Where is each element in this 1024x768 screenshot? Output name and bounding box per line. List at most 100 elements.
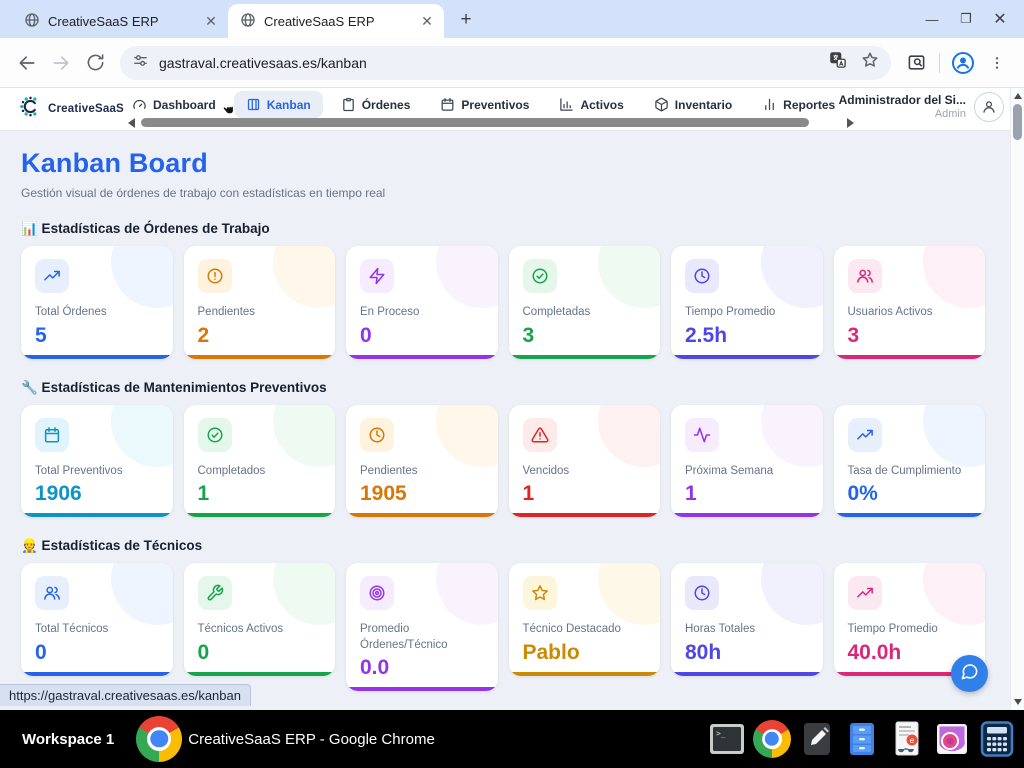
close-button[interactable]: ✕ xyxy=(988,9,1012,29)
stat-value: 0 xyxy=(35,641,160,665)
file-manager-icon[interactable] xyxy=(843,720,881,758)
new-tab-button[interactable]: + xyxy=(452,6,480,34)
stat-label: Vencidos xyxy=(523,464,648,480)
clock-icon xyxy=(360,418,394,452)
url-text[interactable]: gastraval.creativesaas.es/kanban xyxy=(159,55,819,71)
users-icon xyxy=(848,259,882,293)
check-circle-icon xyxy=(198,418,232,452)
calculator-icon[interactable] xyxy=(978,720,1016,758)
stat-card: Horas Totales80h xyxy=(671,563,823,676)
stat-label: Horas Totales xyxy=(685,622,810,638)
restore-button[interactable]: ❐ xyxy=(954,11,978,27)
stat-value: Pablo xyxy=(523,641,648,665)
browser-tab-strip: CreativeSaaS ERP ✕ CreativeSaaS ERP ✕ + … xyxy=(0,0,1024,38)
reload-button[interactable] xyxy=(78,46,112,80)
page-vertical-scrollbar[interactable] xyxy=(1010,88,1024,710)
active-window-title[interactable]: CreativeSaaS ERP - Google Chrome xyxy=(188,731,435,748)
kanban-page-content: Kanban Board Gestión visual de órdenes d… xyxy=(0,130,1010,710)
stat-label: Pendientes xyxy=(360,464,485,480)
toolbar-divider xyxy=(939,53,940,73)
stat-label: Pendientes xyxy=(198,305,323,321)
nav-item-activos[interactable]: Activos xyxy=(547,91,635,118)
stat-label: Completadas xyxy=(523,305,648,321)
stat-card: Total Preventivos1906 xyxy=(21,405,173,518)
user-role: Admin xyxy=(839,108,966,122)
scrollbar-thumb[interactable] xyxy=(1013,104,1022,140)
stat-value: 1 xyxy=(198,482,323,506)
nav-item-dashboard[interactable]: Dashboard xyxy=(128,91,228,118)
scroll-down-icon[interactable] xyxy=(1014,699,1022,705)
translate-icon[interactable] xyxy=(829,51,847,74)
card-decor xyxy=(111,405,173,467)
card-accent-bar xyxy=(509,355,661,359)
chrome-icon[interactable] xyxy=(753,720,791,758)
calendar-icon xyxy=(35,418,69,452)
stat-value: 1905 xyxy=(360,482,485,506)
nav-item-ordenes[interactable]: Órdenes xyxy=(329,91,423,118)
stat-label: Total Preventivos xyxy=(35,464,160,480)
search-tabs-icon[interactable] xyxy=(899,46,933,80)
check-circle-icon xyxy=(523,259,557,293)
card-accent-bar xyxy=(671,355,823,359)
app-navbar: CreativeSaaS DashboardKanbanÓrdenesPreve… xyxy=(0,88,1010,131)
stat-card: Total Técnicos0 xyxy=(21,563,173,676)
card-decor xyxy=(923,405,985,467)
scroll-up-icon[interactable] xyxy=(1014,93,1022,99)
stats-section: 👷 Estadísticas de TécnicosTotal Técnicos… xyxy=(21,538,985,691)
nav-item-kanban[interactable]: Kanban xyxy=(234,91,323,118)
card-accent-bar xyxy=(671,513,823,517)
browser-tab-active[interactable]: CreativeSaaS ERP ✕ xyxy=(228,4,444,38)
bookmark-star-icon[interactable] xyxy=(861,51,879,74)
card-accent-bar xyxy=(184,672,336,676)
scrollbar-thumb[interactable] xyxy=(141,118,809,127)
stat-label: Técnico Destacado xyxy=(523,622,648,638)
tab-close-icon[interactable]: ✕ xyxy=(418,12,436,30)
user-menu[interactable]: Administrador del Si... Admin xyxy=(839,92,1004,122)
desktop-screen: CreativeSaaS ERP ✕ CreativeSaaS ERP ✕ + … xyxy=(0,0,1024,768)
tune-icon[interactable] xyxy=(132,52,149,74)
nav-item-preventivos[interactable]: Preventivos xyxy=(428,91,541,118)
document-viewer-icon[interactable]: e xyxy=(888,720,926,758)
stat-label: Usuarios Activos xyxy=(848,305,973,321)
profile-avatar[interactable] xyxy=(946,46,980,80)
workspace-label: Workspace 1 xyxy=(22,731,114,748)
back-button[interactable] xyxy=(10,46,44,80)
stat-card: En Proceso0 xyxy=(346,246,498,359)
terminal-icon[interactable]: >_ xyxy=(708,720,746,758)
globe-icon xyxy=(24,12,40,31)
forward-button[interactable] xyxy=(44,46,78,80)
stat-card: Total Órdenes5 xyxy=(21,246,173,359)
calendar-icon xyxy=(440,97,455,112)
stat-value: 40.0h xyxy=(848,641,973,665)
chrome-window-icon[interactable] xyxy=(136,716,182,762)
brand-logo[interactable]: CreativeSaaS xyxy=(10,92,132,125)
window-controls: — ❐ ✕ xyxy=(920,0,1024,38)
stat-value: 2.5h xyxy=(685,324,810,348)
chat-fab-button[interactable] xyxy=(951,655,988,692)
address-bar[interactable]: gastraval.creativesaas.es/kanban xyxy=(120,46,891,80)
tab-close-icon[interactable]: ✕ xyxy=(202,12,220,30)
dashboard-icon xyxy=(132,97,147,112)
minimize-button[interactable]: — xyxy=(920,12,944,27)
page-subtitle: Gestión visual de órdenes de trabajo con… xyxy=(21,186,985,200)
user-avatar-icon[interactable] xyxy=(974,92,1004,122)
stats-sections: 📊 Estadísticas de Órdenes de Trabajo Tota… xyxy=(21,221,985,691)
message-circle-icon xyxy=(960,662,979,686)
text-editor-icon[interactable] xyxy=(798,720,836,758)
activity-icon xyxy=(685,418,719,452)
nav-item-inventario[interactable]: Inventario xyxy=(642,91,744,118)
image-viewer-icon[interactable] xyxy=(933,720,971,758)
creativesaas-logo-icon xyxy=(18,94,43,124)
browser-tab-inactive[interactable]: CreativeSaaS ERP ✕ xyxy=(12,4,228,38)
scroll-left-icon[interactable] xyxy=(128,118,135,128)
menu-kebab-icon[interactable] xyxy=(980,46,1014,80)
wrench-icon xyxy=(198,576,232,610)
tab-title: CreativeSaaS ERP xyxy=(264,14,410,29)
stat-value: 0 xyxy=(198,641,323,665)
section-heading: 📊 Estadísticas de Órdenes de Trabajo xyxy=(21,221,985,237)
stat-label: Tiempo Promedio xyxy=(848,622,973,638)
svg-text:>_: >_ xyxy=(716,729,726,738)
web-page: CreativeSaaS DashboardKanbanÓrdenesPreve… xyxy=(0,88,1024,710)
nav-item-reportes[interactable]: Reportes xyxy=(750,91,847,118)
target-icon xyxy=(360,576,394,610)
